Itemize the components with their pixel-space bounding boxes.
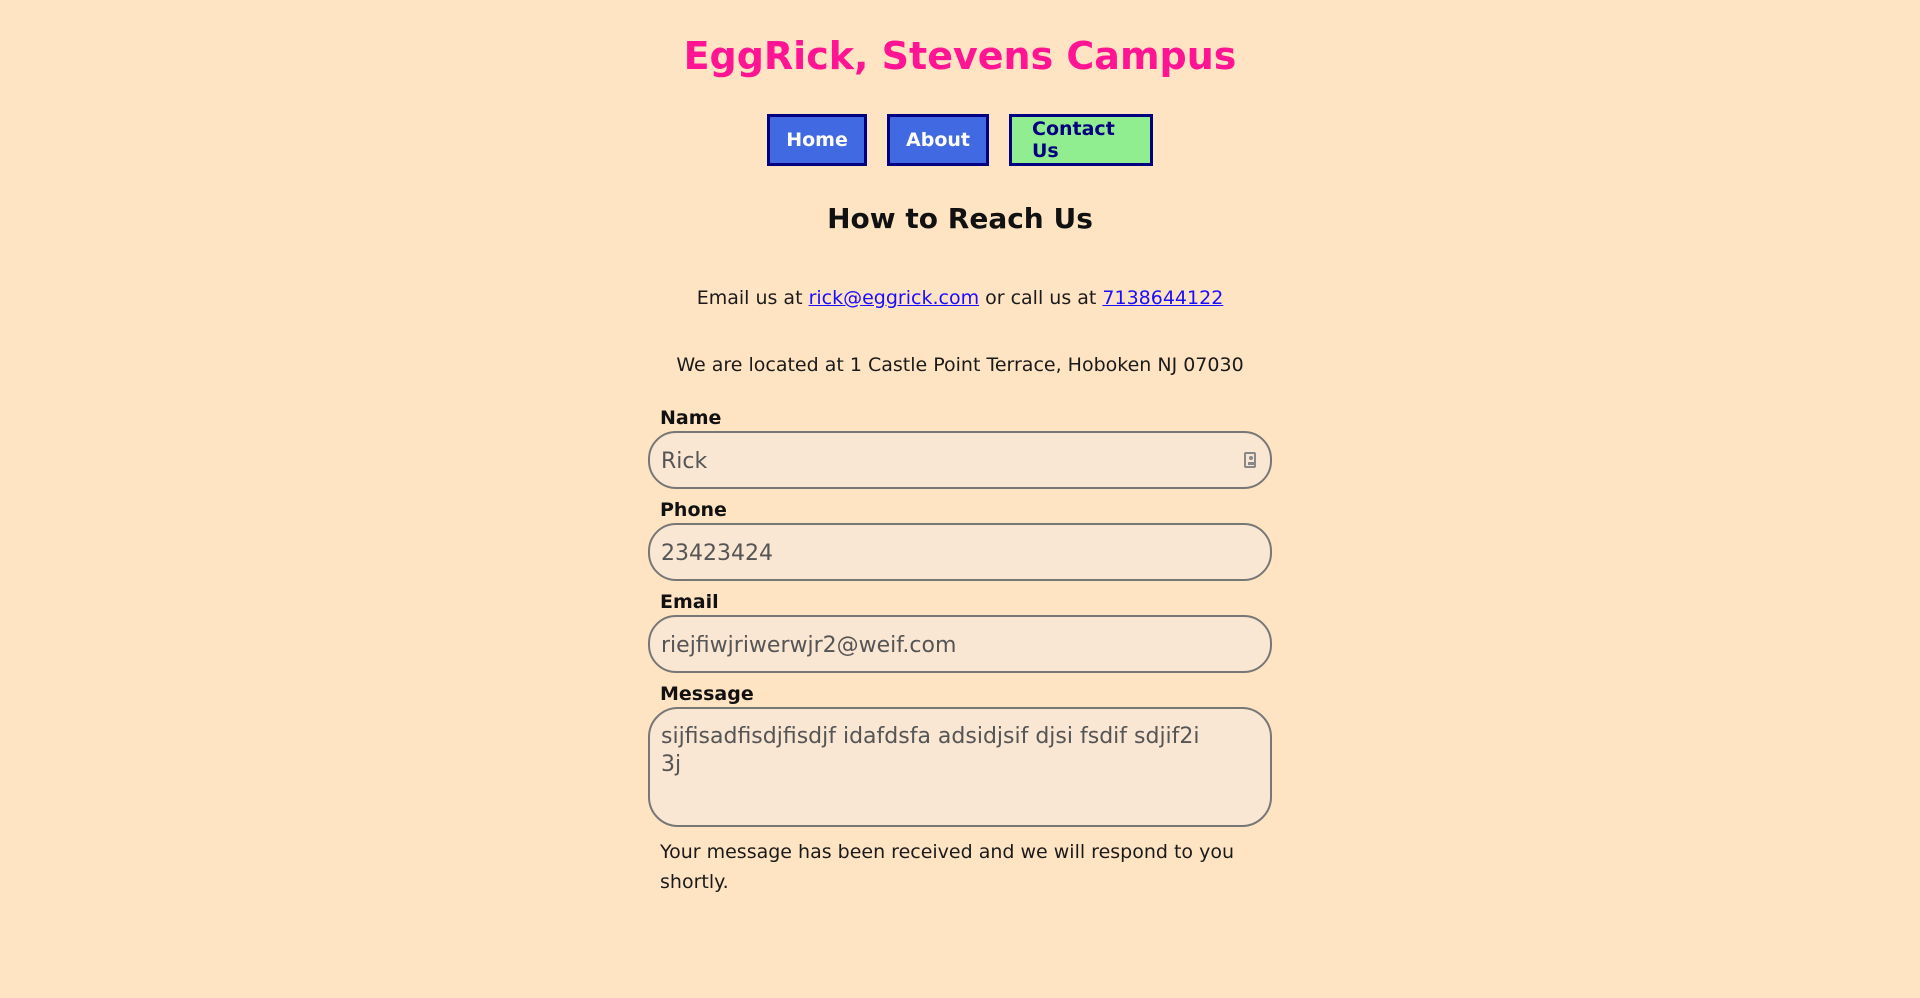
nav-about-button[interactable]: About [887, 114, 989, 166]
nav-home-button[interactable]: Home [767, 114, 867, 166]
email-label: Email [660, 591, 719, 613]
submission-status-message: Your message has been received and we wi… [660, 841, 1235, 893]
main-nav: Home About Contact Us [0, 114, 1920, 166]
name-field-container [648, 431, 1272, 489]
contact-info-line: Email us at rick@eggrick.com or call us … [0, 283, 1920, 313]
contact-prefix-text: Email us at [696, 287, 809, 309]
phone-input[interactable] [661, 539, 1221, 567]
phone-field-container [648, 523, 1272, 581]
contact-middle-text: or call us at [979, 287, 1103, 309]
name-input[interactable] [661, 447, 1221, 475]
email-field-container [648, 615, 1272, 673]
contact-form: Name Phone Email Message sijfisadfisdjfi… [648, 405, 1272, 897]
email-input[interactable] [661, 631, 1221, 659]
nav-contact-button[interactable]: Contact Us [1009, 114, 1153, 166]
page: EggRick, Stevens Campus Home About Conta… [0, 0, 1920, 998]
name-label: Name [660, 407, 722, 429]
site-title: EggRick, Stevens Campus [683, 34, 1237, 78]
email-link[interactable]: rick@eggrick.com [809, 287, 980, 309]
message-label: Message [660, 683, 754, 705]
message-field-container: sijfisadfisdjfisdjf idafdsfa adsidjsif d… [648, 707, 1272, 827]
contact-card-icon[interactable] [1244, 452, 1256, 468]
message-textarea[interactable]: sijfisadfisdjfisdjf idafdsfa adsidjsif d… [661, 723, 1221, 813]
phone-link[interactable]: 7138644122 [1102, 287, 1223, 309]
address-text: We are located at 1 Castle Point Terrace… [676, 354, 1244, 376]
page-heading: How to Reach Us [827, 202, 1093, 235]
phone-label: Phone [660, 499, 727, 521]
